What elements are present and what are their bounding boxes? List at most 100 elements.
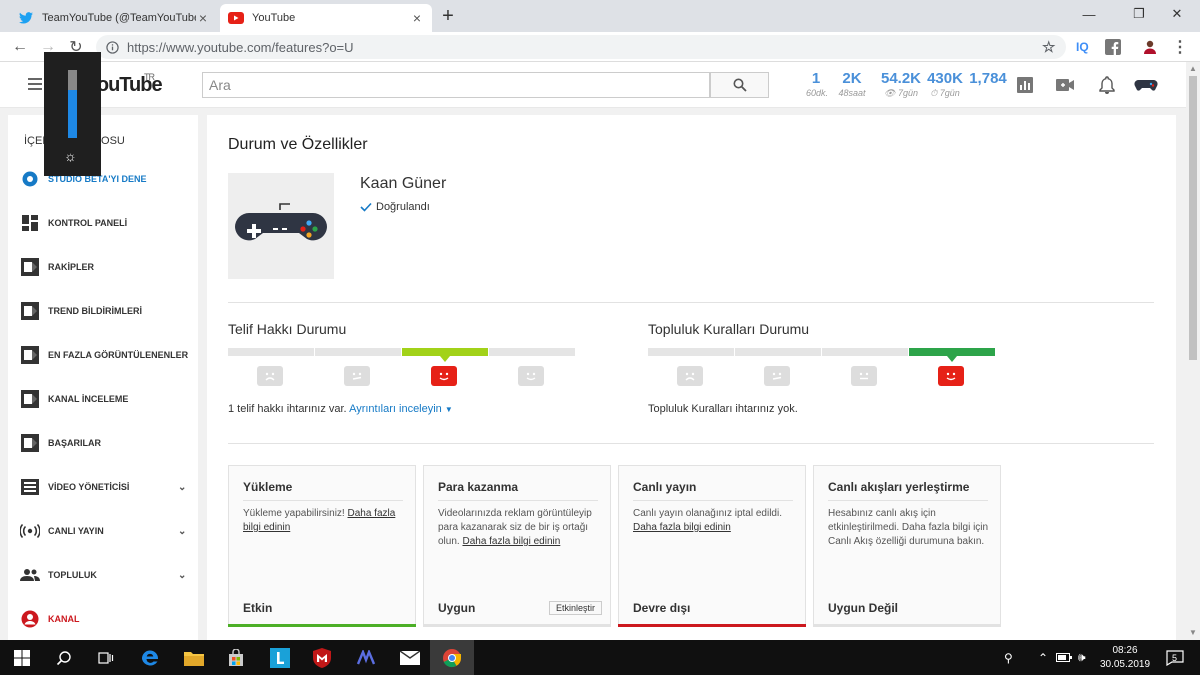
volume-icon[interactable]: 🕪 bbox=[1078, 640, 1086, 675]
feature-card-live: Canlı yayın Canlı yayın olanağınız iptal… bbox=[618, 465, 806, 627]
sidebar-item-live[interactable]: CANLI YAYIN ⌄ bbox=[20, 519, 190, 543]
sidebar-item-label: KANAL bbox=[48, 614, 80, 624]
chevron-down-icon[interactable]: ⌄ bbox=[178, 526, 190, 537]
stat-value: 54.2K bbox=[880, 70, 922, 87]
learn-more-link[interactable]: Daha fazla bilgi edinin bbox=[633, 522, 731, 533]
back-arrow-icon[interactable]: ← bbox=[10, 37, 30, 57]
task-view-icon[interactable] bbox=[84, 640, 128, 675]
menu-dots-icon[interactable]: ⋮ bbox=[1172, 38, 1188, 56]
analytics-icon[interactable] bbox=[1014, 74, 1036, 96]
stat-48h[interactable]: 2K 48saat bbox=[838, 70, 866, 98]
stat-watchtime-7d[interactable]: 430K ⏱ 7gün bbox=[926, 70, 964, 99]
windows-start-icon[interactable] bbox=[0, 640, 44, 675]
search-placeholder: Ara bbox=[209, 77, 231, 93]
close-window-button[interactable]: ✕ bbox=[1154, 0, 1200, 28]
action-center-icon[interactable]: 5 bbox=[1166, 640, 1184, 675]
feature-card-embed-live: Canlı akışları yerleştirme Hesabınız can… bbox=[813, 465, 1001, 627]
verified-status: Doğrulandı bbox=[360, 201, 430, 213]
vidiq-extension-icon[interactable]: IQ bbox=[1076, 38, 1089, 56]
stat-views-7d[interactable]: 54.2K 👁 7gün bbox=[880, 70, 922, 99]
bar-segment bbox=[735, 348, 821, 356]
enable-button[interactable]: Etkinleştir bbox=[548, 601, 602, 615]
store-icon[interactable] bbox=[214, 640, 258, 675]
divider bbox=[633, 500, 793, 501]
sidebar-item-achievements[interactable]: BAŞARILAR bbox=[20, 431, 190, 455]
close-icon[interactable]: × bbox=[410, 10, 424, 26]
edge-browser-icon[interactable] bbox=[128, 640, 172, 675]
brightness-slider[interactable] bbox=[68, 70, 77, 138]
region-label: TR bbox=[144, 72, 155, 82]
copyright-status: 1 telif hakkı ihtarınız var. Ayrıntıları… bbox=[228, 403, 453, 415]
stat-60min[interactable]: 1 60dk. bbox=[806, 70, 828, 98]
video-manager-icon bbox=[20, 477, 40, 497]
taskbar-clock[interactable]: 08:26 30.05.2019 bbox=[1098, 644, 1152, 672]
stat-subscribers[interactable]: 1,784 bbox=[968, 70, 1008, 88]
sidebar-item-trend-alerts[interactable]: TREND BİLDİRİMLERİ bbox=[20, 299, 190, 323]
new-tab-button[interactable]: + bbox=[440, 5, 456, 28]
scroll-down-arrow-icon[interactable]: ▼ bbox=[1189, 628, 1197, 637]
learn-more-link[interactable]: Daha fazla bilgi edinin bbox=[462, 536, 560, 547]
sidebar-item-competitors[interactable]: RAKİPLER bbox=[20, 255, 190, 279]
file-explorer-icon[interactable] bbox=[172, 640, 216, 675]
close-icon[interactable]: × bbox=[196, 10, 210, 26]
bookmark-star-icon[interactable]: ☆ bbox=[1042, 38, 1055, 56]
mail-icon[interactable] bbox=[388, 640, 432, 675]
copyright-status-text: 1 telif hakkı ihtarınız var. bbox=[228, 403, 347, 415]
info-icon[interactable] bbox=[106, 40, 119, 54]
copyright-strike-bar bbox=[228, 348, 576, 362]
battery-icon[interactable] bbox=[1056, 640, 1072, 675]
minimize-button[interactable]: — bbox=[1066, 0, 1112, 28]
sidebar-item-dashboard[interactable]: KONTROL PANELİ bbox=[20, 211, 190, 235]
tab-teamyoutube[interactable]: TeamYouTube (@TeamYouTube) · × bbox=[10, 4, 218, 32]
sidebar-item-channel-audit[interactable]: KANAL İNCELEME bbox=[20, 387, 190, 411]
stat-label: 👁 7gün bbox=[884, 88, 918, 98]
divider bbox=[438, 500, 598, 501]
channel-avatar-large[interactable] bbox=[228, 173, 334, 279]
card-body-text: Hesabınız canlı akış için etkinleştirilm… bbox=[828, 508, 989, 547]
scrollbar-thumb[interactable] bbox=[1189, 76, 1197, 360]
page-scrollbar[interactable]: ▲ ▼ bbox=[1186, 62, 1200, 640]
sidebar-item-video-manager[interactable]: VİDEO YÖNETİCİSİ ⌄ bbox=[20, 475, 190, 499]
bar-segment bbox=[315, 348, 401, 356]
mcafee-icon[interactable] bbox=[300, 640, 344, 675]
sidebar-item-label: BAŞARILAR bbox=[48, 438, 101, 448]
app-logo-icon[interactable] bbox=[344, 640, 388, 675]
upload-video-icon[interactable] bbox=[1054, 74, 1076, 96]
url-text[interactable]: https://www.youtube.com/features?o=U bbox=[127, 40, 354, 55]
sidebar-item-community[interactable]: TOPLULUK ⌄ bbox=[20, 563, 190, 587]
address-bar: ← → ↻ https://www.youtube.com/features?o… bbox=[0, 32, 1200, 62]
details-link[interactable]: Ayrıntıları inceleyin ▼ bbox=[349, 403, 453, 415]
check-icon bbox=[360, 202, 372, 212]
feature-card-monetization: Para kazanma Videolarınızda reklam görün… bbox=[423, 465, 611, 627]
chrome-icon[interactable] bbox=[430, 640, 474, 675]
clock-date: 30.05.2019 bbox=[1099, 659, 1151, 670]
hamburger-menu-icon[interactable] bbox=[28, 78, 42, 93]
card-status: Etkin bbox=[243, 601, 273, 615]
search-input[interactable]: Ara bbox=[202, 72, 710, 98]
people-icon[interactable]: ⚲ bbox=[1004, 640, 1013, 675]
channel-icon bbox=[20, 609, 40, 629]
profile-avatar[interactable] bbox=[1142, 38, 1158, 56]
card-body-text: Canlı yayın olanağınız iptal edildi. bbox=[633, 508, 782, 519]
page-title: Durum ve Özellikler bbox=[228, 136, 368, 153]
scroll-up-arrow-icon[interactable]: ▲ bbox=[1189, 64, 1197, 73]
sidebar-item-channel[interactable]: KANAL bbox=[20, 607, 190, 631]
sidebar: İÇERİK STÜDYOSU STUDIO BETA'YI DENE KONT… bbox=[8, 115, 198, 640]
chevron-down-icon[interactable]: ⌄ bbox=[178, 482, 190, 493]
tab-youtube[interactable]: YouTube × bbox=[220, 4, 432, 32]
chevron-down-icon[interactable]: ⌄ bbox=[178, 570, 190, 581]
search-icon[interactable] bbox=[42, 640, 86, 675]
bar-segment bbox=[489, 348, 575, 356]
facebook-extension-icon[interactable] bbox=[1105, 38, 1121, 56]
windows-taskbar: ⚲ ⌃ 🕪 08:26 30.05.2019 5 bbox=[0, 640, 1200, 675]
vidiq-icon bbox=[20, 301, 40, 321]
search-button[interactable] bbox=[710, 72, 769, 98]
chevron-up-icon[interactable]: ⌃ bbox=[1038, 640, 1048, 675]
card-status-line bbox=[228, 624, 416, 627]
sidebar-item-most-viewed[interactable]: EN FAZLA GÖRÜNTÜLENENLER bbox=[20, 343, 190, 367]
notifications-bell-icon[interactable] bbox=[1096, 74, 1118, 96]
l-app-icon[interactable] bbox=[258, 640, 302, 675]
omnibox[interactable]: https://www.youtube.com/features?o=U bbox=[96, 35, 1066, 59]
search-icon bbox=[733, 78, 747, 92]
channel-avatar[interactable] bbox=[1134, 74, 1158, 96]
